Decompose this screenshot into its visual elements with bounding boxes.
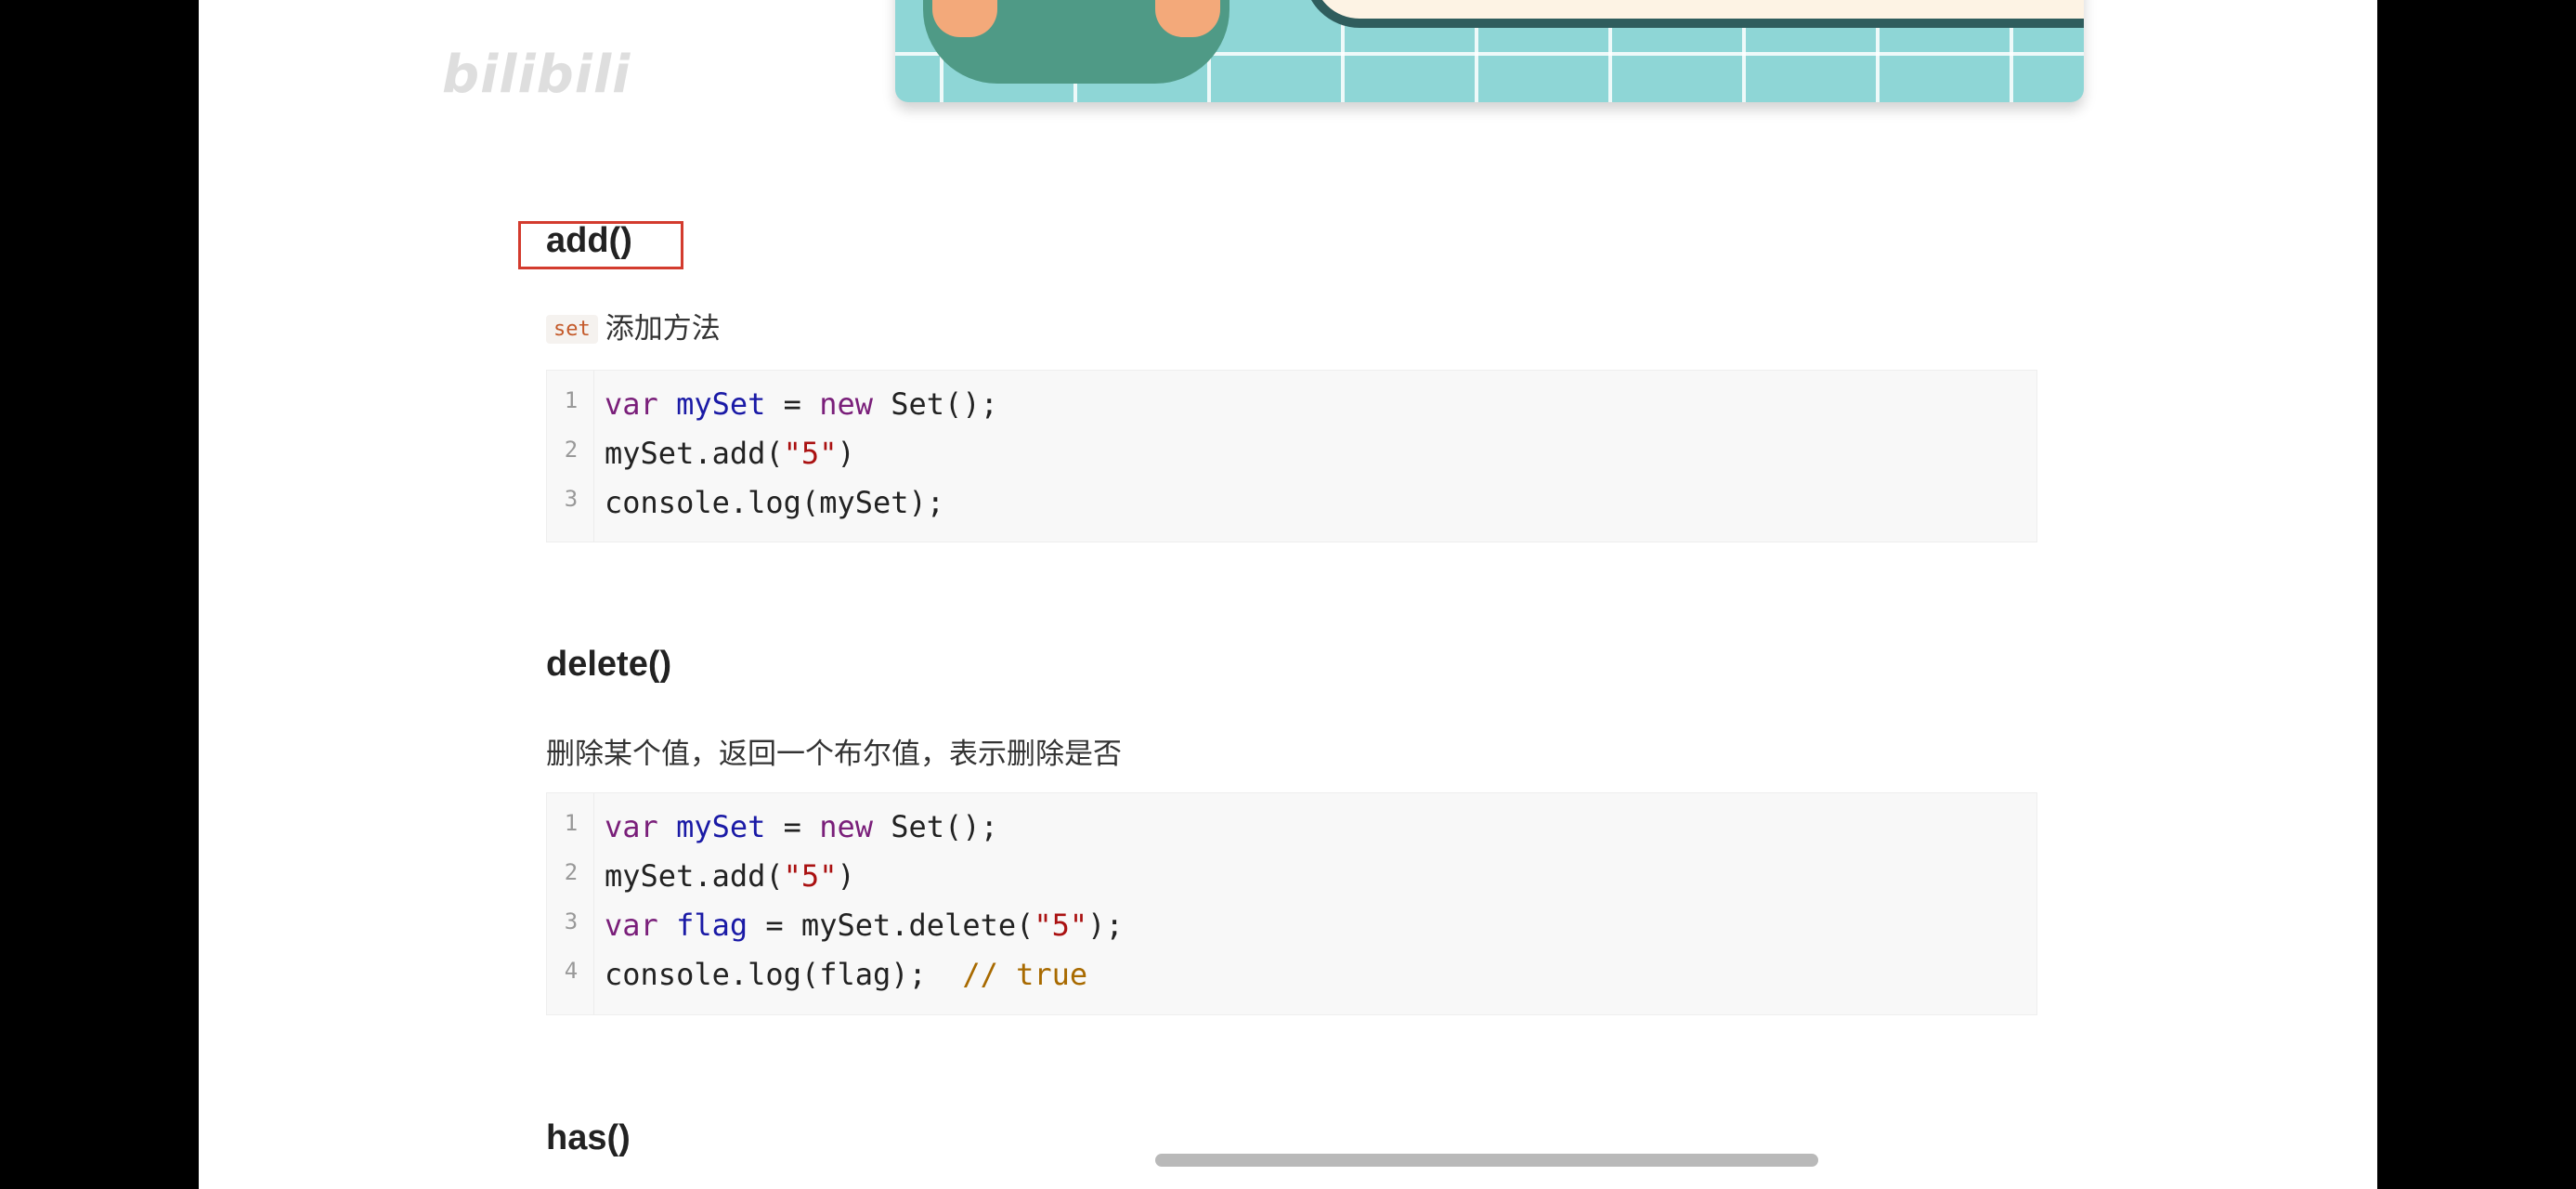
line-number: 1 — [564, 810, 579, 836]
line-number: 4 — [564, 958, 579, 984]
code-text: console.log(mySet); — [605, 485, 945, 520]
line-number: 2 — [564, 859, 579, 885]
line-number: 2 — [564, 437, 579, 463]
delete-description: 删除某个值，返回一个布尔值，表示删除是否 — [546, 738, 1122, 771]
code-text: var flag = mySet.delete("5"); — [605, 908, 1124, 943]
line-number: 3 — [564, 486, 579, 512]
video-watermark: bilibili — [442, 45, 631, 105]
heading-add: add() — [546, 221, 632, 260]
code-text: mySet.add("5") — [605, 436, 855, 471]
code-block-add: 1 var mySet = new Set(); 2 mySet.add("5") 3 c… — [546, 370, 2037, 542]
add-description-text: 添加方法 — [605, 312, 721, 346]
add-description: set 添加方法 — [546, 305, 721, 346]
horizontal-scrollbar[interactable] — [1155, 1154, 1818, 1167]
code-block-delete: 1 var mySet = new Set(); 2 mySet.add("5") 3 v… — [546, 792, 2037, 1015]
speech-bubble — [1304, 0, 2084, 28]
illustration-banner — [895, 0, 2084, 102]
document-page: bilibili add() set 添加方法 1 var mySet = new … — [199, 0, 2377, 1189]
code-text: console.log(flag); // true — [605, 957, 1088, 992]
set-badge: set — [546, 315, 598, 344]
code-text: var mySet = new Set(); — [605, 809, 998, 844]
line-number: 1 — [564, 387, 579, 413]
code-text: mySet.add("5") — [605, 858, 855, 894]
line-number: 3 — [564, 908, 579, 934]
bilibili-logo: bilibili — [442, 45, 631, 105]
code-text: var mySet = new Set(); — [605, 386, 998, 422]
heading-has: has() — [546, 1118, 631, 1157]
heading-delete: delete() — [546, 645, 672, 684]
